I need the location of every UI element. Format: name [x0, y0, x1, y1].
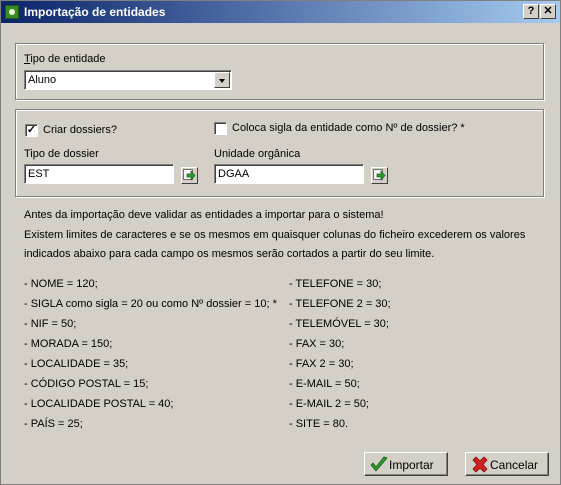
limit-right-item: - TELEMÓVEL = 30;: [289, 318, 389, 330]
cancel-button-label: Cancelar: [490, 458, 539, 472]
limit-right-item: - TELEFONE 2 = 30;: [289, 298, 391, 310]
entity-type-label: Tipo de entidade: [24, 53, 106, 65]
green-arrow-icon: [183, 169, 196, 181]
limit-left-item: - CÓDIGO POSTAL = 15;: [24, 378, 149, 390]
dossier-type-field[interactable]: EST: [24, 164, 174, 184]
org-unit-label: Unidade orgânica: [214, 148, 301, 160]
dossier-type-lookup-button[interactable]: [181, 167, 198, 184]
limit-left-item: - SIGLA como sigla = 20 ou como Nº dossi…: [24, 298, 277, 310]
limit-right-item: - TELEFONE = 30;: [289, 278, 382, 290]
limit-left-item: - LOCALIDADE = 35;: [24, 358, 129, 370]
dossier-type-label: Tipo de dossier: [24, 148, 99, 160]
org-unit-field[interactable]: DGAA: [214, 164, 364, 184]
window-title: Importação de entidades: [24, 5, 166, 19]
checkmark-icon: [370, 456, 388, 472]
limit-left-item: - MORADA = 150;: [24, 338, 113, 350]
create-dossiers-checkbox[interactable]: ✓: [25, 124, 38, 137]
limit-right-item: - SITE = 80.: [289, 418, 348, 430]
app-icon: [5, 5, 19, 19]
green-arrow-icon: [373, 169, 386, 181]
entity-type-value: Aluno: [28, 74, 57, 86]
info-line-2: Existem limites de caracteres e se os me…: [24, 229, 526, 241]
title-bar[interactable]: Importação de entidades ? ✕: [1, 1, 560, 23]
import-button-label: Importar: [389, 458, 434, 472]
red-x-icon: [472, 456, 488, 473]
import-button[interactable]: Importar: [364, 452, 448, 476]
limit-left-item: - NIF = 50;: [24, 318, 77, 330]
entity-type-label-rest: ipo de entidade: [30, 53, 106, 65]
org-unit-value: DGAA: [218, 168, 250, 180]
dossier-type-value: EST: [28, 168, 50, 180]
close-button[interactable]: ✕: [540, 4, 556, 19]
limit-right-item: - E-MAIL 2 = 50;: [289, 398, 369, 410]
sigla-dossier-checkbox[interactable]: [214, 122, 227, 135]
info-line-1: Antes da importação deve validar as enti…: [24, 209, 384, 221]
cancel-button[interactable]: Cancelar: [465, 452, 549, 476]
create-dossiers-label[interactable]: Criar dossiers?: [43, 124, 117, 136]
limit-right-item: - FAX = 30;: [289, 338, 345, 350]
limit-right-item: - FAX 2 = 30;: [289, 358, 354, 370]
sigla-dossier-label[interactable]: Coloca sigla da entidade como Nº de doss…: [232, 122, 465, 134]
entity-type-select[interactable]: Aluno: [24, 70, 232, 90]
limit-right-item: - E-MAIL = 50;: [289, 378, 360, 390]
limit-left-item: - PAÍS = 25;: [24, 418, 83, 430]
limit-left-item: - LOCALIDADE POSTAL = 40;: [24, 398, 174, 410]
info-line-3: indicados abaixo para cada campo os mesm…: [24, 248, 435, 260]
org-unit-lookup-button[interactable]: [371, 167, 388, 184]
chevron-down-icon[interactable]: [214, 72, 230, 88]
import-dialog: Importação de entidades ? ✕ Tipo de enti…: [0, 0, 561, 485]
limit-left-item: - NOME = 120;: [24, 278, 98, 290]
help-button[interactable]: ?: [523, 4, 539, 19]
